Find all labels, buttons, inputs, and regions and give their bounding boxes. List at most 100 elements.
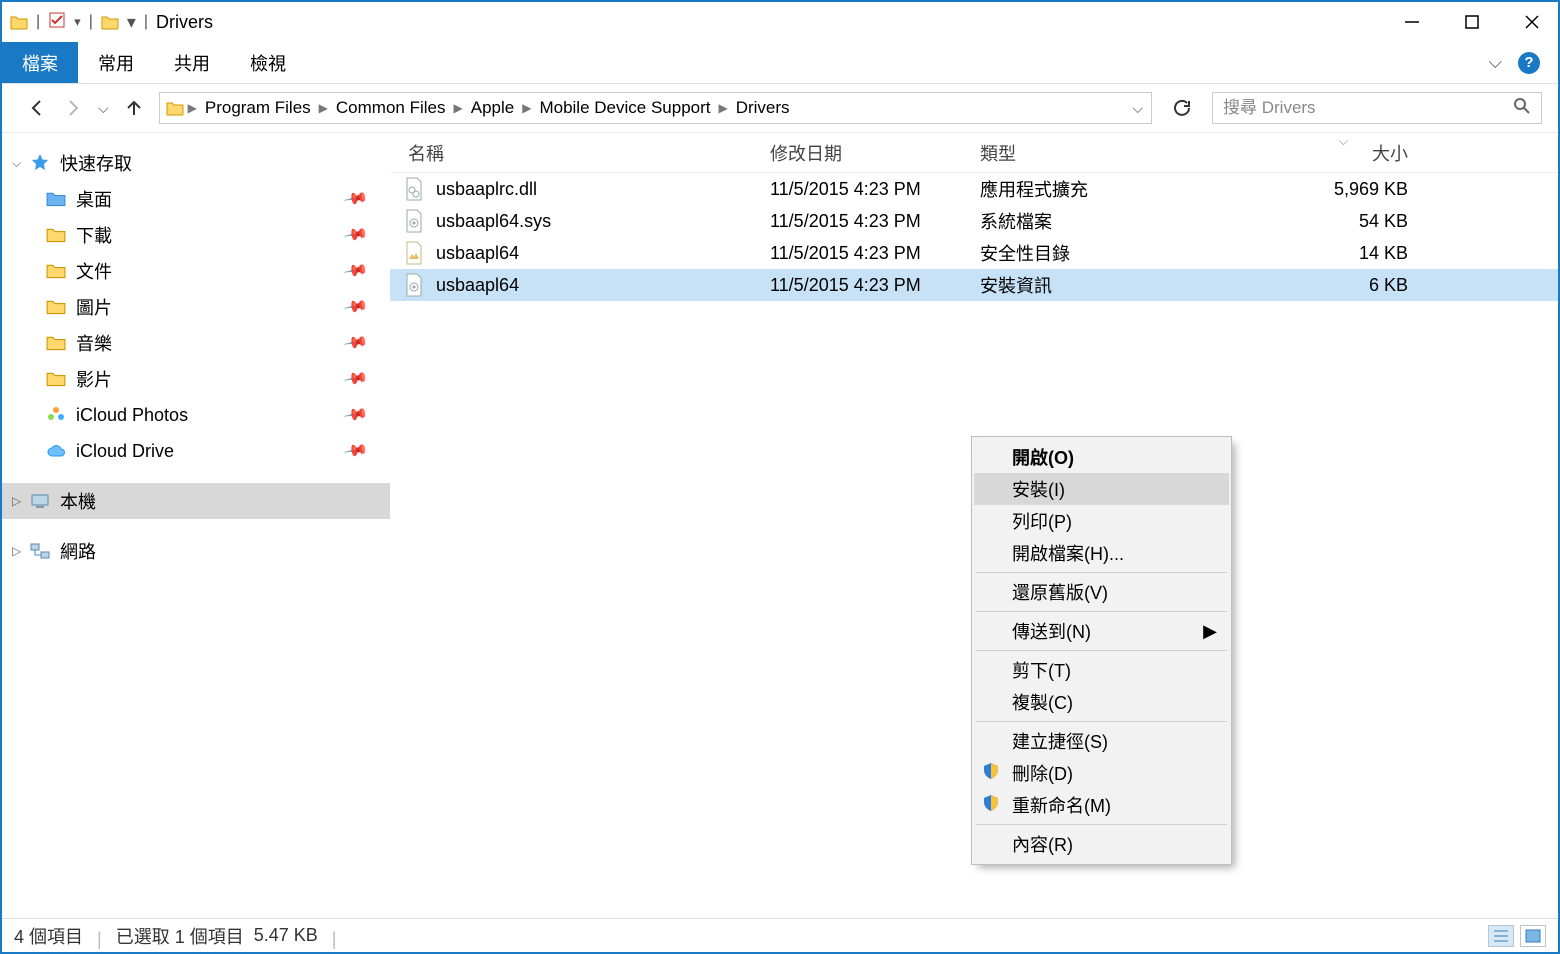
qat-chevron-icon[interactable]: ▾ xyxy=(74,14,81,30)
file-size: 54 KB xyxy=(1280,211,1420,232)
address-chevron-icon[interactable]: ⌵ xyxy=(1132,100,1147,117)
chevron-right-icon[interactable]: ▶ xyxy=(718,101,727,115)
ctx-cut[interactable]: 剪下(T) xyxy=(974,654,1229,686)
network-icon xyxy=(30,542,50,560)
column-header-date[interactable]: 修改日期 xyxy=(770,140,980,166)
view-details-button[interactable] xyxy=(1488,925,1514,947)
refresh-button[interactable] xyxy=(1166,92,1198,124)
pin-icon: 📌 xyxy=(342,401,370,429)
qat-save-icon[interactable] xyxy=(48,11,66,34)
forward-button[interactable] xyxy=(62,97,84,119)
search-icon[interactable] xyxy=(1513,97,1531,120)
file-row[interactable]: usbaapl64.sys11/5/2015 4:23 PM系統檔案54 KB xyxy=(390,205,1558,237)
shield-icon xyxy=(982,762,1000,785)
file-name: usbaapl64.sys xyxy=(436,211,551,232)
breadcrumb-item[interactable]: Common Files xyxy=(330,98,452,118)
folder-icon xyxy=(46,226,66,244)
sidebar-item-videos[interactable]: 影片📌 xyxy=(2,361,390,397)
context-menu-separator xyxy=(976,824,1227,825)
close-button[interactable] xyxy=(1520,10,1544,34)
sidebar-this-pc[interactable]: ▷ 本機 xyxy=(2,483,390,519)
ribbon-tab-share[interactable]: 共用 xyxy=(154,42,230,83)
ribbon-expand-icon[interactable]: ⌵ xyxy=(1488,52,1502,73)
sidebar-item-icloud-photos[interactable]: iCloud Photos 📌 xyxy=(2,397,390,433)
sidebar-label: 快速存取 xyxy=(60,150,132,176)
pin-icon: 📌 xyxy=(342,221,370,249)
ctx-restore[interactable]: 還原舊版(V) xyxy=(974,576,1229,608)
sidebar-network[interactable]: ▷ 網路 xyxy=(2,533,390,569)
search-input[interactable] xyxy=(1223,98,1513,118)
search-box[interactable] xyxy=(1212,92,1542,124)
file-row[interactable]: usbaaplrc.dll11/5/2015 4:23 PM應用程式擴充5,96… xyxy=(390,173,1558,205)
file-date: 11/5/2015 4:23 PM xyxy=(770,275,980,296)
sidebar-item-music[interactable]: 音樂📌 xyxy=(2,325,390,361)
chevron-right-icon[interactable]: ▶ xyxy=(454,101,463,115)
pin-icon: 📌 xyxy=(342,293,370,321)
help-icon[interactable]: ? xyxy=(1518,52,1540,74)
file-type: 應用程式擴充 xyxy=(980,176,1280,202)
separator: | xyxy=(97,929,102,943)
file-icon xyxy=(404,241,424,265)
maximize-button[interactable] xyxy=(1460,10,1484,34)
status-selected-size: 5.47 KB xyxy=(254,925,318,946)
ctx-open[interactable]: 開啟(O) xyxy=(974,441,1229,473)
column-header-size[interactable]: 大小⌵ xyxy=(1280,140,1420,166)
chevron-down-icon[interactable]: ⌵ xyxy=(12,156,21,171)
sidebar-label: 影片 xyxy=(76,366,112,392)
sidebar-quick-access[interactable]: ⌵ 快速存取 xyxy=(2,145,390,181)
chevron-right-icon[interactable]: ▶ xyxy=(319,101,328,115)
context-menu-separator xyxy=(976,572,1227,573)
ctx-delete[interactable]: 刪除(D) xyxy=(974,757,1229,789)
file-row[interactable]: usbaapl6411/5/2015 4:23 PM安裝資訊6 KB xyxy=(390,269,1558,301)
chevron-right-icon[interactable]: ▷ xyxy=(12,544,21,558)
ctx-copy[interactable]: 複製(C) xyxy=(974,686,1229,718)
sidebar-item-icloud-drive[interactable]: iCloud Drive📌 xyxy=(2,433,390,469)
column-header-type[interactable]: 類型 xyxy=(980,140,1280,166)
sidebar-item-pictures[interactable]: 圖片 📌 xyxy=(2,289,390,325)
minimize-button[interactable] xyxy=(1400,10,1424,34)
context-menu-separator xyxy=(976,721,1227,722)
titlebar: | ▾ | ▾ | Drivers xyxy=(2,2,1558,42)
chevron-right-icon[interactable]: ▶ xyxy=(188,101,197,115)
file-date: 11/5/2015 4:23 PM xyxy=(770,243,980,264)
ctx-properties[interactable]: 內容(R) xyxy=(974,828,1229,860)
chevron-right-icon[interactable]: ▷ xyxy=(12,494,21,508)
file-size: 14 KB xyxy=(1280,243,1420,264)
ctx-open-with[interactable]: 開啟檔案(H)... xyxy=(974,537,1229,569)
up-button[interactable] xyxy=(123,97,145,119)
sidebar-item-documents[interactable]: 文件📌 xyxy=(2,253,390,289)
chevron-right-icon[interactable]: ▶ xyxy=(522,101,531,115)
column-header-name[interactable]: 名稱 xyxy=(390,140,770,166)
recent-chevron-icon[interactable]: ⌵ xyxy=(98,100,109,117)
folder-icon xyxy=(46,298,66,316)
sidebar-label: 音樂 xyxy=(76,330,112,356)
view-thumbnails-button[interactable] xyxy=(1520,925,1546,947)
sidebar-label: iCloud Photos xyxy=(76,405,188,426)
file-type: 安全性目錄 xyxy=(980,240,1280,266)
sidebar-item-downloads[interactable]: 下載📌 xyxy=(2,217,390,253)
breadcrumb-item[interactable]: Apple xyxy=(465,98,520,118)
ribbon-tab-view[interactable]: 檢視 xyxy=(230,42,306,83)
file-name: usbaapl64 xyxy=(436,275,519,296)
ctx-install[interactable]: 安裝(I) xyxy=(974,473,1229,505)
file-row[interactable]: usbaapl6411/5/2015 4:23 PM安全性目錄14 KB xyxy=(390,237,1558,269)
ctx-send-to[interactable]: 傳送到(N)▶ xyxy=(974,615,1229,647)
ctx-create-shortcut[interactable]: 建立捷徑(S) xyxy=(974,725,1229,757)
breadcrumb-item[interactable]: Drivers xyxy=(730,98,796,118)
ctx-label: 刪除(D) xyxy=(1012,760,1073,786)
sidebar-item-desktop[interactable]: 桌面📌 xyxy=(2,181,390,217)
ctx-print[interactable]: 列印(P) xyxy=(974,505,1229,537)
ribbon-tab-home[interactable]: 常用 xyxy=(78,42,154,83)
cloud-icon xyxy=(46,442,66,460)
breadcrumb-item[interactable]: Mobile Device Support xyxy=(533,98,716,118)
address-bar[interactable]: ▶ Program Files ▶ Common Files ▶ Apple ▶… xyxy=(159,92,1152,124)
sort-chevron-icon: ⌵ xyxy=(1339,134,1348,149)
back-button[interactable] xyxy=(26,97,48,119)
ribbon-tab-file[interactable]: 檔案 xyxy=(2,42,78,83)
folder-icon xyxy=(101,14,119,30)
chevron-down-icon[interactable]: ▾ xyxy=(127,12,136,33)
status-item-count: 4 個項目 xyxy=(14,923,83,949)
breadcrumb-item[interactable]: Program Files xyxy=(199,98,317,118)
sidebar-label: 圖片 xyxy=(76,294,112,320)
ctx-rename[interactable]: 重新命名(M) xyxy=(974,789,1229,821)
